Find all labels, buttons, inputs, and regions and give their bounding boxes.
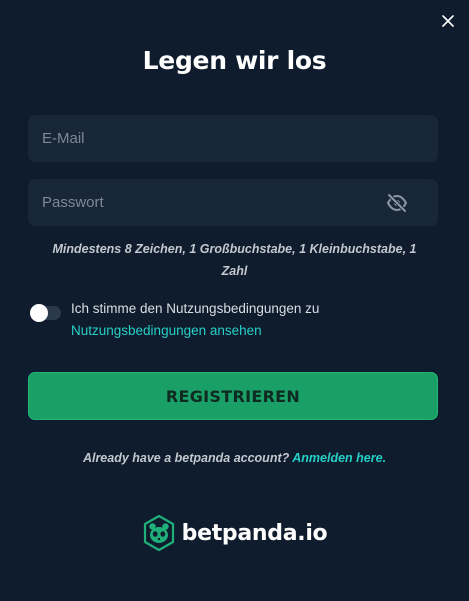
- register-button[interactable]: REGISTRIEREN: [28, 372, 438, 420]
- email-field-container: [28, 114, 438, 163]
- terms-text-block: Ich stimme den Nutzungsbedingungen zu Nu…: [71, 298, 319, 342]
- password-input[interactable]: [28, 178, 384, 227]
- toggle-knob: [30, 304, 48, 322]
- password-requirements-hint: Mindestens 8 Zeichen, 1 Großbuchstabe, 1…: [52, 242, 417, 278]
- password-field-container: [28, 178, 438, 227]
- register-dialog: Legen wir los Mindestens 8 Zeichen, 1 Gr…: [0, 0, 469, 601]
- dialog-title: Legen wir los: [142, 46, 327, 75]
- close-icon: [442, 15, 454, 27]
- terms-link[interactable]: Nutzungsbedingungen ansehen: [71, 320, 319, 342]
- terms-toggle[interactable]: [30, 304, 61, 322]
- brand-name: betpanda.io: [181, 520, 328, 546]
- terms-row: Ich stimme den Nutzungsbedingungen zu Nu…: [30, 298, 440, 342]
- brand: betpanda.io: [0, 515, 469, 551]
- toggle-password-visibility-button[interactable]: [386, 193, 408, 213]
- panda-logo-icon: [143, 515, 174, 551]
- terms-label: Ich stimme den Nutzungsbedingungen zu: [71, 301, 320, 316]
- login-prompt-line: Already have a betpanda account? Anmelde…: [0, 451, 469, 465]
- close-button[interactable]: [439, 12, 457, 30]
- login-link[interactable]: Anmelden here.: [292, 451, 386, 465]
- eye-slash-icon: [386, 193, 408, 213]
- login-prompt: Already have a betpanda account?: [82, 451, 290, 465]
- email-input[interactable]: [28, 114, 384, 163]
